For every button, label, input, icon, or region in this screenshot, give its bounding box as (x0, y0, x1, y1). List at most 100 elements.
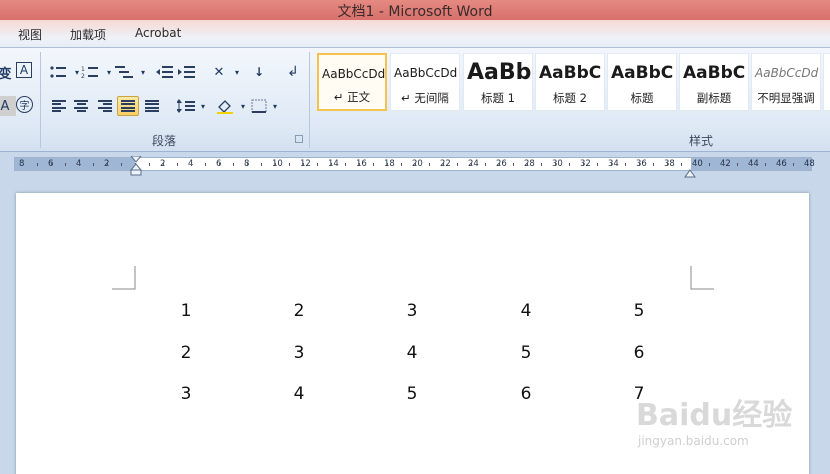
indent-marker-icon[interactable] (129, 155, 143, 180)
style-normal[interactable]: AaBbCcDd ↵ 正文 (317, 53, 387, 111)
style-subtle-emphasis[interactable]: AaBbCcDd 不明显强调 (751, 53, 821, 111)
style-no-spacing[interactable]: AaBbCcDd ↵ 无间隔 (390, 53, 460, 111)
right-indent-marker-icon[interactable] (684, 163, 696, 182)
align-right-icon[interactable] (94, 96, 116, 116)
ruler-tick (289, 163, 290, 166)
justify-icon[interactable] (117, 96, 139, 116)
title-bar: 文档1 - Microsoft Word (0, 0, 830, 20)
ruler-number: 26 (496, 159, 507, 169)
ruler-number: 24 (468, 159, 479, 169)
table-cell[interactable]: 5 (624, 301, 654, 321)
ruler-tick (737, 163, 738, 166)
ruler-number: 8 (19, 159, 25, 169)
style-heading-2[interactable]: AaBbC 标题 2 (535, 53, 605, 111)
table-cell[interactable]: 4 (284, 384, 314, 404)
table-cell[interactable]: 4 (511, 301, 541, 321)
ruler-tick (485, 163, 486, 166)
table-cell[interactable]: 3 (397, 301, 427, 321)
borders-dropdown-icon[interactable]: ▾ (264, 96, 286, 116)
ruler-tick (149, 163, 150, 166)
style-subtitle[interactable]: AaBbC 副标题 (679, 53, 749, 111)
ruler-tick (653, 163, 654, 166)
increase-indent-icon[interactable] (176, 62, 198, 82)
ruler-tick (457, 163, 458, 166)
character-shading-icon[interactable]: A (0, 96, 16, 116)
table-cell[interactable]: 3 (171, 384, 201, 404)
tab-acrobat[interactable]: Acrobat (135, 26, 181, 40)
table-cell[interactable]: 2 (284, 301, 314, 321)
style-name: ↵ 无间隔 (401, 91, 449, 105)
ruler-tick (107, 163, 108, 166)
paragraph-dialog-launcher-icon[interactable] (295, 135, 303, 143)
style-name: 标题 1 (481, 91, 515, 105)
ruler-number: 14 (328, 159, 339, 169)
ruler-tick (597, 163, 598, 166)
ruler-number: 16 (356, 159, 367, 169)
window-title: 文档1 - Microsoft Word (337, 4, 493, 20)
baidu-watermark: Baidu经验 jingyan.baidu.com (636, 388, 826, 458)
ruler-number: 36 (636, 159, 647, 169)
table-cell[interactable]: 2 (171, 343, 201, 363)
ruler-tick (681, 163, 682, 166)
table-cell[interactable]: 3 (284, 343, 314, 363)
ruler-number: 30 (552, 159, 563, 169)
style-name: 标题 2 (553, 91, 587, 105)
ruler-tick (625, 163, 626, 166)
ruler-tick (541, 163, 542, 166)
ruler-number: 12 (300, 159, 311, 169)
style-name: 标题 (630, 91, 654, 105)
distribute-icon[interactable] (141, 96, 163, 116)
phonetic-guide-icon[interactable]: 变 (0, 62, 16, 82)
line-spacing-dropdown-icon[interactable]: ▾ (192, 96, 214, 116)
group-separator (40, 52, 41, 148)
table-cell[interactable]: 4 (397, 343, 427, 363)
character-border-icon[interactable]: A (16, 62, 32, 78)
multilevel-dropdown-icon[interactable]: ▾ (132, 62, 154, 82)
ribbon-tabs: 视图 加载项 Acrobat (0, 20, 830, 48)
table-cell[interactable]: 5 (511, 343, 541, 363)
ruler-number: 10 (272, 159, 283, 169)
ruler-tick (219, 163, 220, 166)
ruler-tick (527, 163, 528, 166)
ruler-tick (611, 163, 612, 166)
ruler-number: 42 (720, 159, 731, 169)
ruler-tick (373, 163, 374, 166)
ruler-tick (163, 163, 164, 166)
show-hide-marks-icon[interactable]: ↲ (282, 62, 304, 82)
style-sample: AaBbC (683, 63, 746, 83)
style-sample: AaBbC (539, 63, 602, 83)
ruler-tick (37, 163, 38, 166)
align-center-icon[interactable] (70, 96, 92, 116)
style-sample: AaBbC (611, 63, 674, 83)
enclose-characters-icon[interactable]: 字 (16, 96, 33, 113)
ruler-tick (569, 163, 570, 166)
ruler-number: 38 (664, 159, 675, 169)
ruler-number: 44 (748, 159, 759, 169)
ruler-tick (331, 163, 332, 166)
table-cell[interactable]: 1 (171, 301, 201, 321)
decrease-indent-icon[interactable] (154, 62, 176, 82)
ruler-tick (65, 163, 66, 166)
ruler-tick (401, 163, 402, 166)
table-cell[interactable]: 6 (624, 343, 654, 363)
ruler-left-margin (15, 158, 135, 170)
ruler-tick (93, 163, 94, 166)
tab-addins[interactable]: 加载项 (70, 26, 106, 43)
margin-corner-mark (112, 266, 136, 290)
chinese-layout-dropdown-icon[interactable]: ▾ (226, 62, 248, 82)
style-sample: AaBb (467, 60, 532, 85)
ruler-tick (415, 163, 416, 166)
style-title[interactable]: AaBbC 标题 (607, 53, 677, 111)
style-name: 不明显强调 (757, 91, 815, 105)
tab-view[interactable]: 视图 (18, 26, 42, 43)
table-cell[interactable]: 6 (511, 384, 541, 404)
styles-group-label: 样式 (689, 134, 714, 148)
align-left-icon[interactable] (48, 96, 70, 116)
watermark-url: jingyan.baidu.com (638, 434, 749, 448)
ruler-tick (79, 163, 80, 166)
table-cell[interactable]: 5 (397, 384, 427, 404)
style-heading-1[interactable]: AaBb 标题 1 (463, 53, 533, 111)
ruler-tick (639, 163, 640, 166)
sort-icon[interactable]: ↓ (248, 62, 270, 82)
style-more[interactable] (823, 53, 830, 111)
